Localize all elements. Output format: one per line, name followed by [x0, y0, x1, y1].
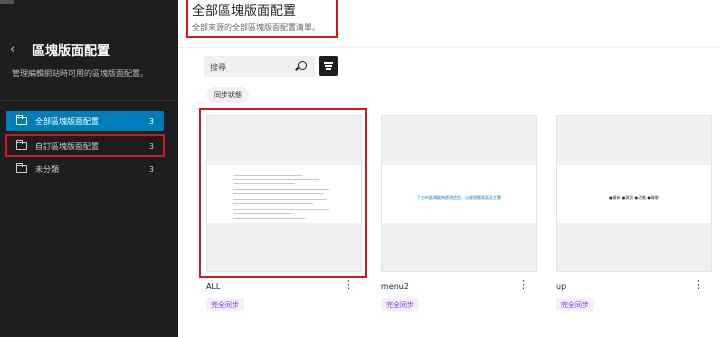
- sidebar-item-uncategorized[interactable]: 未分類 3: [6, 159, 164, 179]
- sidebar: ‹ 區塊版面配置 管理編輯網站時可用的區塊版面配置。 全部區塊版面配置 3 自訂…: [0, 0, 178, 337]
- preview-content: [557, 165, 711, 223]
- filter-icon: [324, 62, 333, 64]
- app-root: ‹ 區塊版面配置 管理編輯網站時可用的區塊版面配置。 全部區塊版面配置 3 自訂…: [0, 0, 720, 337]
- highlight-box-header: [186, 0, 338, 38]
- filter-icon-line: [326, 68, 331, 70]
- pattern-card[interactable]: 下方的區塊能夠更改造型，以便適應版面及主題 menu2 ⋮ 完全同步: [381, 115, 537, 311]
- chevron-left-icon[interactable]: ‹: [10, 42, 15, 57]
- pattern-name[interactable]: up: [556, 282, 566, 291]
- sidebar-divider: [0, 100, 178, 101]
- filter-button[interactable]: [319, 56, 338, 76]
- sync-status-badge: 完全同步: [381, 298, 419, 311]
- sidebar-item-all-patterns[interactable]: 全部區塊版面配置 3: [6, 111, 164, 131]
- search-placeholder: 搜尋: [210, 63, 226, 72]
- sidebar-item-label: 全部區塊版面配置: [35, 116, 99, 126]
- folder-icon: [16, 163, 27, 173]
- preview-menu-text: ●最新 ●資訊 ●活動 ●聯繫: [609, 195, 659, 200]
- preview-content: [382, 165, 536, 223]
- sidebar-item-label: 未分類: [35, 164, 59, 174]
- pattern-name[interactable]: ALL: [206, 282, 220, 291]
- main-content: 全部區塊版面配置 全部來源的全部區塊版面配置清單。 搜尋 同步狀態 ALL ⋮ …: [178, 0, 720, 337]
- sidebar-item-count: 3: [148, 164, 154, 174]
- more-options-icon[interactable]: ⋮: [518, 279, 529, 290]
- highlight-box-sidebar: [5, 134, 165, 157]
- preview-link-text: 下方的區塊能夠更改造型，以便適應版面及主題: [417, 195, 501, 200]
- more-options-icon[interactable]: ⋮: [693, 279, 704, 290]
- page-header: 全部區塊版面配置 全部來源的全部區塊版面配置清單。: [178, 0, 720, 48]
- folder-icon: [16, 115, 27, 125]
- pattern-card[interactable]: ●最新 ●資訊 ●活動 ●聯繫 up ⋮ 完全同步: [556, 115, 712, 311]
- sidebar-title: 區塊版面配置: [32, 44, 111, 59]
- pattern-preview[interactable]: ●最新 ●資訊 ●活動 ●聯繫: [556, 115, 712, 272]
- filter-chip-sync-status[interactable]: 同步狀態: [207, 87, 249, 103]
- highlight-box-card: [199, 108, 367, 278]
- pattern-preview[interactable]: 下方的區塊能夠更改造型，以便適應版面及主題: [381, 115, 537, 272]
- sync-status-badge: 完全同步: [556, 298, 594, 311]
- sidebar-description: 管理編輯網站時可用的區塊版面配置。: [12, 69, 148, 78]
- sidebar-item-count: 3: [148, 116, 154, 126]
- search-input[interactable]: 搜尋: [204, 56, 315, 77]
- site-logo[interactable]: [0, 0, 14, 4]
- pattern-name[interactable]: menu2: [381, 282, 409, 291]
- sync-status-badge: 完全同步: [206, 298, 244, 311]
- filter-icon-line: [325, 65, 332, 67]
- search-icon: [298, 61, 307, 70]
- more-options-icon[interactable]: ⋮: [343, 279, 354, 290]
